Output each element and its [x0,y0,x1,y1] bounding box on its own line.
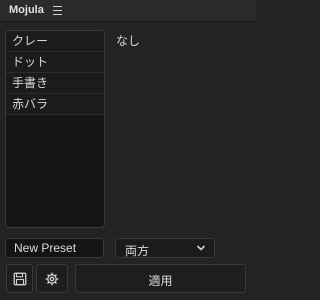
gear-icon [45,272,59,285]
preset-list-item[interactable]: 赤バラ [6,94,104,115]
mojula-panel: Mojula クレー ドット 手書き 赤バラ なし 両方 [0,0,256,300]
settings-button[interactable] [36,264,68,293]
chevron-down-icon [196,245,206,251]
hamburger-menu-icon[interactable] [53,6,62,15]
preset-name-input[interactable] [5,238,104,258]
panel-title: Mojula [9,4,44,16]
apply-button[interactable]: 適用 [75,264,246,293]
panel-header: Mojula [0,0,256,22]
mode-select[interactable]: 両方 [115,238,215,258]
save-button[interactable] [6,264,33,293]
mode-select-value: 両方 [125,244,150,258]
preset-list-item[interactable]: 手書き [6,73,104,94]
preset-list-item[interactable]: ドット [6,52,104,73]
preset-list-item[interactable]: クレー [6,31,104,52]
preset-list[interactable]: クレー ドット 手書き 赤バラ [5,30,105,228]
preview-text: なし [116,34,141,48]
apply-button-label: 適用 [148,274,173,288]
floppy-disk-icon [13,272,26,285]
